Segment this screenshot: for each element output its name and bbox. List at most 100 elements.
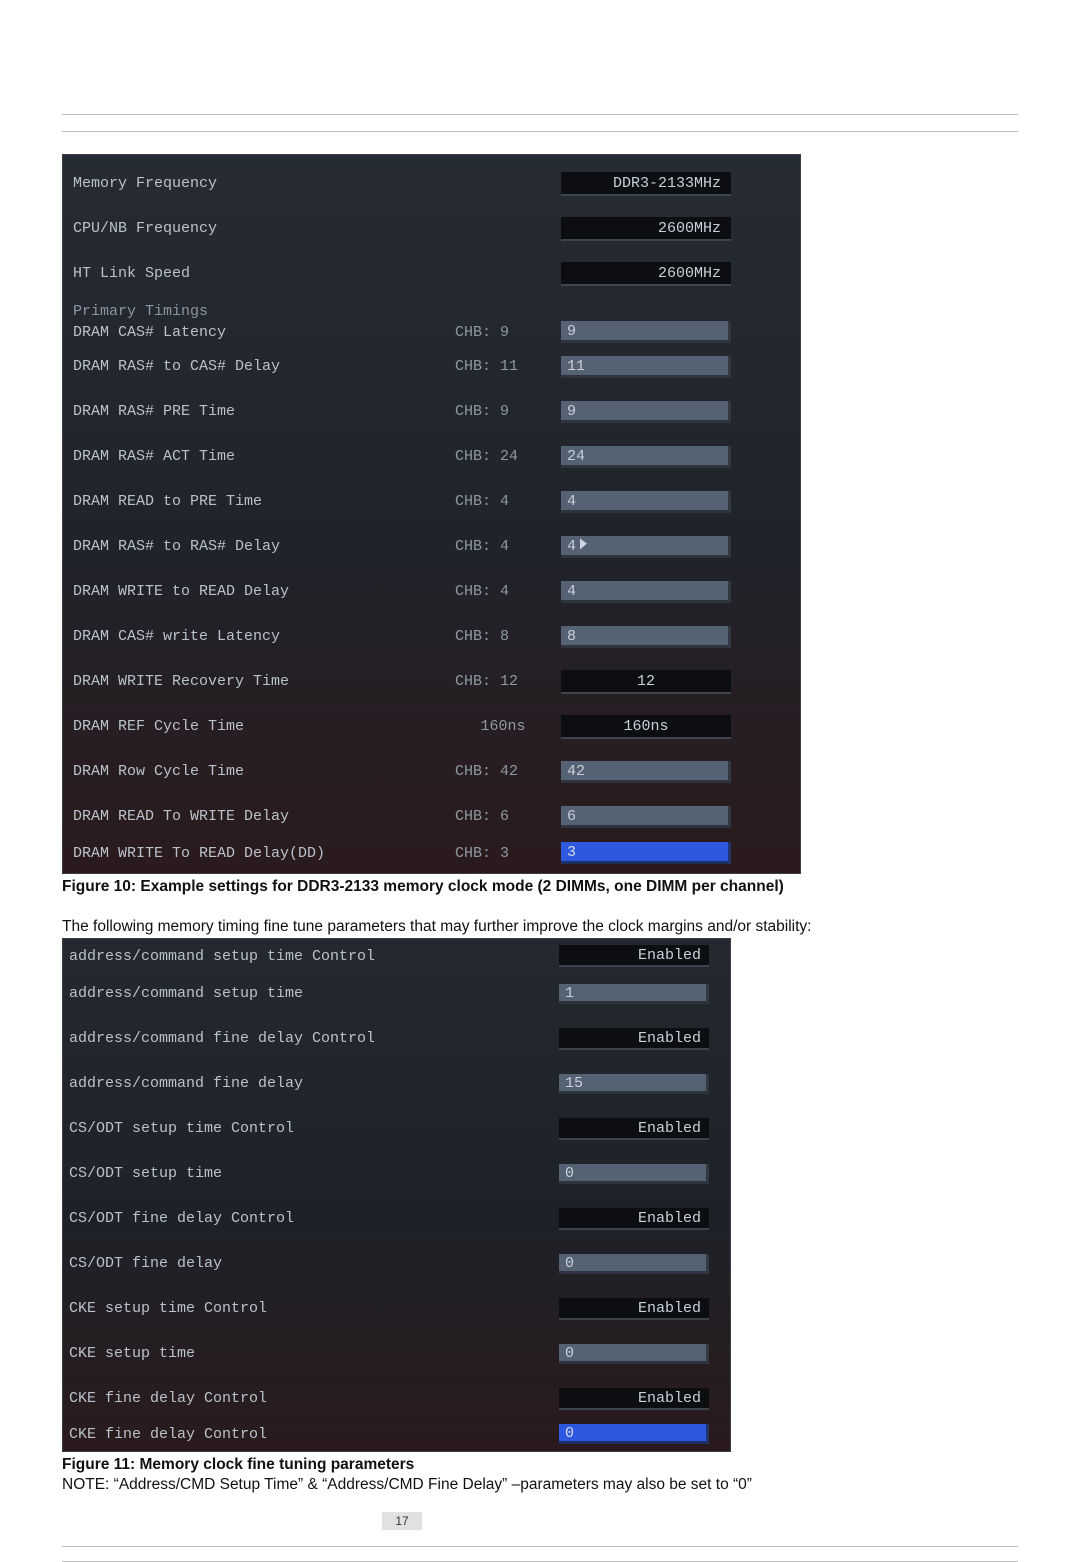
setting-label: DRAM CAS# Latency [73, 324, 455, 341]
setting-input[interactable]: 24 [561, 446, 731, 468]
setting-label: DRAM RAS# to CAS# Delay [73, 358, 455, 375]
setting-label: DRAM CAS# write Latency [73, 628, 455, 645]
setting-input[interactable]: 4 [561, 581, 731, 603]
setting-select[interactable]: Enabled [559, 945, 709, 967]
bios1-timing-row: DRAM REF Cycle Time160ns160ns [71, 704, 792, 749]
setting-label: DRAM READ to PRE Time [73, 493, 455, 510]
setting-sublabel: CHB: 4 [455, 493, 561, 510]
setting-sublabel: CHB: 24 [455, 448, 561, 465]
setting-sublabel: CHB: 6 [455, 808, 561, 825]
setting-label: address/command setup time [69, 985, 559, 1002]
setting-label: CKE fine delay Control [69, 1390, 559, 1407]
setting-sublabel: CHB: 4 [455, 538, 561, 555]
bios2-row: CKE setup time0 [69, 1331, 724, 1376]
setting-label: CKE fine delay Control [69, 1426, 559, 1443]
setting-sublabel: CHB: 3 [455, 845, 561, 862]
setting-sublabel: CHB: 42 [455, 763, 561, 780]
footer-rule [62, 1546, 1018, 1562]
setting-input[interactable]: 42 [561, 761, 731, 783]
bios2-row: address/command setup time ControlEnable… [69, 941, 724, 971]
setting-input[interactable]: 9 [561, 401, 731, 423]
setting-select[interactable]: DDR3-2133MHz [561, 172, 731, 196]
setting-label: DRAM RAS# PRE Time [73, 403, 455, 420]
setting-select[interactable]: Enabled [559, 1298, 709, 1320]
bios1-timing-row: DRAM WRITE To READ Delay(DD)CHB: 33 [71, 839, 792, 867]
setting-input[interactable]: 4 [561, 491, 731, 513]
setting-input[interactable]: 6 [561, 806, 731, 828]
setting-sublabel: CHB: 9 [455, 403, 561, 420]
bios1-top-row: CPU/NB Frequency2600MHz [71, 206, 792, 251]
cursor-icon [580, 538, 587, 550]
bios2-row: CKE fine delay Control0 [69, 1421, 724, 1447]
setting-select[interactable]: 2600MHz [561, 217, 731, 241]
setting-sublabel: CHB: 12 [455, 673, 561, 690]
setting-select[interactable]: Enabled [559, 1118, 709, 1140]
setting-label: address/command fine delay [69, 1075, 559, 1092]
bios1-timing-row: DRAM READ To WRITE DelayCHB: 66 [71, 794, 792, 839]
setting-sublabel: 160ns [455, 718, 561, 735]
bios2-row: CS/ODT fine delay0 [69, 1241, 724, 1286]
bios1-timing-row: DRAM RAS# to RAS# DelayCHB: 44 [71, 524, 792, 569]
setting-input[interactable]: 0 [559, 1344, 709, 1364]
bios2-row: CKE setup time ControlEnabled [69, 1286, 724, 1331]
bios2-row: address/command fine delay ControlEnable… [69, 1016, 724, 1061]
bios1-top-row: HT Link Speed 2600MHz [71, 251, 792, 296]
figure11-caption: Figure 11: Memory clock fine tuning para… [62, 1456, 1018, 1474]
setting-label: CS/ODT fine delay [69, 1255, 559, 1272]
setting-label: DRAM WRITE Recovery Time [73, 673, 455, 690]
bios2-row: address/command setup time1 [69, 971, 724, 1016]
bios-primary-timings-panel: Memory Frequency DDR3-2133MHz CPU/NB Frequ… [62, 154, 801, 874]
setting-select[interactable]: 12 [561, 670, 731, 694]
setting-label: CKE setup time Control [69, 1300, 559, 1317]
setting-label: Memory Frequency [73, 175, 455, 192]
setting-input[interactable]: 11 [561, 356, 731, 378]
header-rule [62, 114, 1018, 132]
setting-label: DRAM RAS# ACT Time [73, 448, 455, 465]
setting-input[interactable]: 3 [561, 842, 731, 864]
setting-label: CS/ODT setup time [69, 1165, 559, 1182]
bios1-timing-row: DRAM Row Cycle TimeCHB: 4242 [71, 749, 792, 794]
setting-label: CS/ODT setup time Control [69, 1120, 559, 1137]
setting-label: DRAM WRITE to READ Delay [73, 583, 455, 600]
setting-label: DRAM READ To WRITE Delay [73, 808, 455, 825]
bios1-timing-row: DRAM RAS# to CAS# DelayCHB: 1111 [71, 344, 792, 389]
setting-sublabel: CHB: 9 [455, 324, 561, 341]
setting-select[interactable]: Enabled [559, 1028, 709, 1050]
setting-label: address/command setup time Control [69, 948, 559, 965]
setting-input[interactable]: 1 [559, 984, 709, 1004]
setting-input[interactable]: 9 [561, 321, 731, 343]
bios2-row: CKE fine delay ControlEnabled [69, 1376, 724, 1421]
setting-input[interactable]: 4 [561, 536, 731, 558]
bios2-row: CS/ODT setup time ControlEnabled [69, 1106, 724, 1151]
bios1-top-row: Memory Frequency DDR3-2133MHz [71, 161, 792, 206]
setting-select[interactable]: Enabled [559, 1208, 709, 1230]
bios1-timing-row: DRAM RAS# ACT TimeCHB: 2424 [71, 434, 792, 479]
setting-input[interactable]: 0 [559, 1164, 709, 1184]
bios2-row: CS/ODT setup time0 [69, 1151, 724, 1196]
setting-label: DRAM RAS# to RAS# Delay [73, 538, 455, 555]
setting-label: CKE setup time [69, 1345, 559, 1362]
setting-sublabel: CHB: 8 [455, 628, 561, 645]
setting-label: DRAM REF Cycle Time [73, 718, 455, 735]
bios2-row: CS/ODT fine delay ControlEnabled [69, 1196, 724, 1241]
setting-label: DRAM Row Cycle Time [73, 763, 455, 780]
figure10-caption: Figure 10: Example settings for DDR3-213… [62, 878, 1018, 896]
setting-sublabel: CHB: 11 [455, 358, 561, 375]
setting-input[interactable]: 0 [559, 1424, 709, 1444]
fine-tune-intro-text: The following memory timing fine tune pa… [62, 918, 1018, 936]
setting-select[interactable]: 160ns [561, 715, 731, 739]
setting-label: HT Link Speed [73, 265, 455, 282]
setting-select[interactable]: 2600MHz [561, 262, 731, 286]
setting-input[interactable]: 0 [559, 1254, 709, 1274]
bios1-timing-row: DRAM WRITE Recovery TimeCHB: 1212 [71, 659, 792, 704]
bios1-timing-row: DRAM CAS# write LatencyCHB: 88 [71, 614, 792, 659]
setting-input[interactable]: 15 [559, 1074, 709, 1094]
primary-timings-header: Primary Timings [71, 296, 792, 320]
bios1-timing-row: DRAM WRITE to READ DelayCHB: 44 [71, 569, 792, 614]
bios1-timing-row: DRAM CAS# LatencyCHB: 99 [71, 320, 792, 344]
setting-select[interactable]: Enabled [559, 1388, 709, 1410]
page-number: 17 [382, 1512, 422, 1530]
setting-input[interactable]: 8 [561, 626, 731, 648]
bios-fine-tuning-panel: address/command setup time ControlEnable… [62, 938, 731, 1452]
bios1-timing-row: DRAM READ to PRE TimeCHB: 44 [71, 479, 792, 524]
